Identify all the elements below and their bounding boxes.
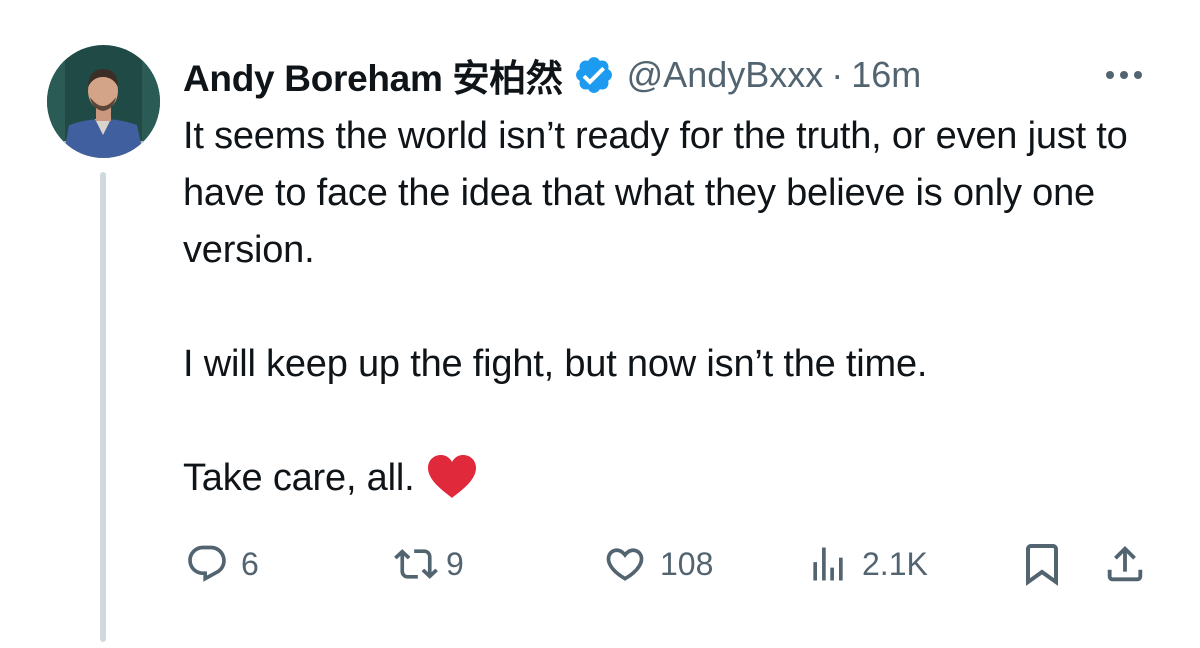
tweet-paragraph: I will keep up the fight, but now isn’t … [183, 343, 928, 385]
separator-dot: · [831, 54, 844, 95]
views-count: 2.1K [862, 545, 928, 582]
more-options-button[interactable] [1100, 60, 1148, 90]
reply-button[interactable]: 6 [185, 536, 259, 592]
repost-count: 9 [446, 545, 464, 582]
verified-badge-icon [573, 54, 615, 96]
more-horizontal-icon [1106, 71, 1142, 79]
action-bar: 6 9 108 2.1K [0, 536, 1200, 592]
heart-emoji-icon [426, 454, 478, 500]
like-icon [606, 548, 644, 581]
repost-button[interactable]: 9 [392, 536, 464, 592]
tweet-text: It seems the world isn’t ready for the t… [183, 108, 1173, 507]
like-count: 108 [660, 545, 714, 582]
tweet-paragraph: It seems the world isn’t ready for the t… [183, 115, 1128, 271]
reply-count: 6 [241, 545, 259, 582]
views-button[interactable]: 2.1K [806, 536, 928, 592]
author-name[interactable]: Andy Boreham 安柏然 [183, 48, 563, 102]
bookmark-icon [1026, 544, 1058, 586]
share-button[interactable] [1102, 536, 1148, 592]
tweet-paragraph-text: Take care, all. [183, 457, 415, 499]
bookmark-button[interactable] [1018, 536, 1066, 592]
repost-icon [394, 549, 438, 579]
timestamp[interactable]: 16m [851, 54, 921, 96]
views-icon [813, 547, 843, 581]
avatar[interactable] [47, 45, 160, 158]
author-handle[interactable]: @AndyBxxx [627, 54, 824, 96]
tweet-header: Andy Boreham 安柏然 @AndyBxxx · 16m [183, 50, 921, 100]
reply-icon [188, 545, 226, 582]
like-button[interactable]: 108 [602, 536, 713, 592]
share-icon [1107, 545, 1143, 582]
tweet-paragraph-last: Take care, all. [183, 450, 1173, 507]
